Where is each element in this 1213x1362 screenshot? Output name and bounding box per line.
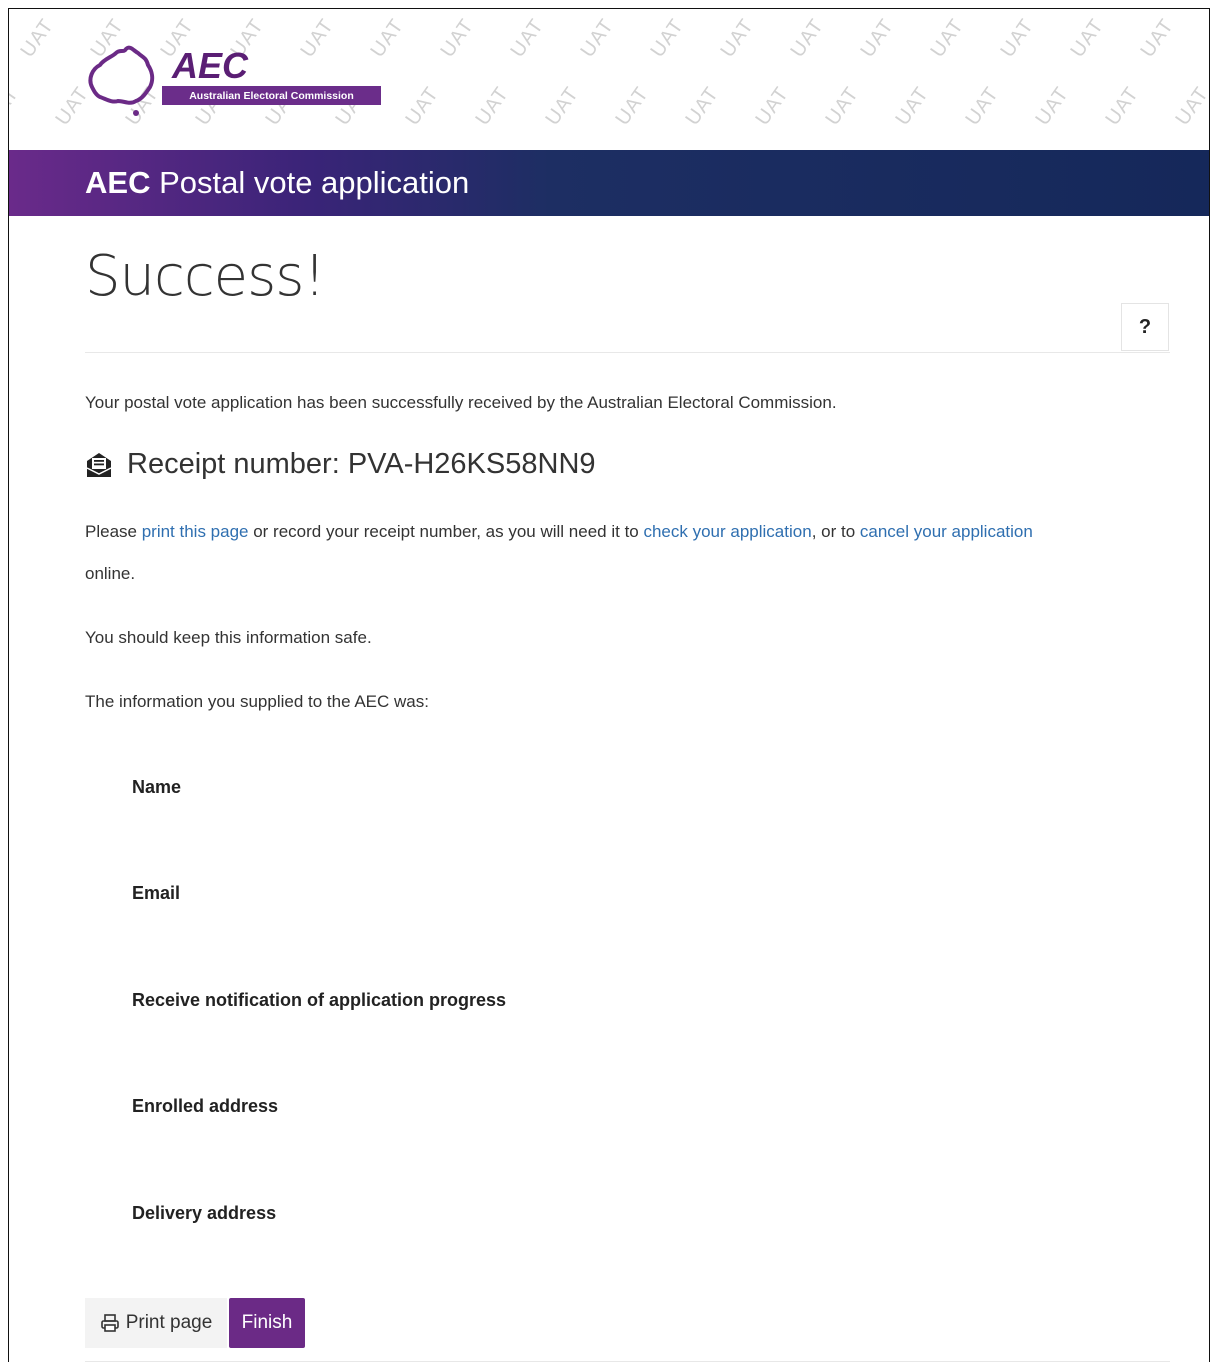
uat-watermark: UAT	[611, 82, 654, 130]
uat-watermark: UAT	[436, 14, 479, 62]
instructions-text-3: , or to	[811, 522, 860, 541]
uat-watermark: UAT	[506, 14, 549, 62]
uat-watermark: UAT	[9, 82, 24, 130]
receipt-envelope-icon	[86, 452, 112, 477]
cancel-application-link[interactable]: cancel your application	[860, 522, 1033, 541]
uat-watermark: UAT	[996, 14, 1039, 62]
field-label-name: Name	[132, 777, 182, 797]
print-page-label: Print page	[125, 1312, 213, 1333]
check-application-link[interactable]: check your application	[643, 522, 811, 541]
finish-button[interactable]: Finish	[229, 1298, 305, 1348]
australia-map-icon	[88, 45, 155, 116]
instructions-text-2: or record your receipt number, as you wi…	[248, 522, 644, 541]
keep-safe-text: You should keep this information safe.	[85, 628, 372, 647]
uat-watermark: UAT	[1171, 82, 1209, 130]
supplied-info-text: The information you supplied to the AEC …	[85, 692, 429, 711]
logo-subtitle: Australian Electoral Commission	[162, 86, 381, 105]
aec-logo[interactable]: AEC Australian Electoral Commission	[84, 39, 384, 119]
print-page-button[interactable]: Print page	[85, 1298, 227, 1348]
logo-wordmark: AEC	[172, 45, 249, 86]
uat-watermark: UAT	[541, 82, 584, 130]
field-label-notification: Receive notification of application prog…	[132, 990, 507, 1010]
uat-watermark: UAT	[1031, 82, 1074, 130]
uat-watermark: UAT	[961, 82, 1004, 130]
app-title-prefix: AEC	[85, 165, 151, 200]
receipt-label: Receipt number: PVA-H26KS58NN9	[127, 448, 596, 480]
uat-watermark: UAT	[751, 82, 794, 130]
app-title-suffix: Postal vote application	[150, 165, 470, 200]
uat-watermark: UAT	[1206, 14, 1209, 62]
field-label-delivery-address: Delivery address	[132, 1203, 277, 1223]
uat-watermark: UAT	[681, 82, 724, 130]
instructions-line-1: Please print this page or record your re…	[85, 511, 1033, 553]
printer-icon	[100, 1314, 119, 1332]
uat-watermark: UAT	[856, 14, 899, 62]
print-page-link[interactable]: print this page	[142, 522, 249, 541]
uat-watermark: UAT	[471, 82, 514, 130]
app-banner: AEC Postal vote application	[9, 150, 1209, 216]
uat-watermark: UAT	[401, 82, 444, 130]
uat-watermark: UAT	[16, 14, 59, 62]
uat-watermark: UAT	[1136, 14, 1179, 62]
page-frame: UAT UAT UAT UAT UAT UAT UAT UAT UAT UAT UAT UAT UAT U…	[8, 8, 1210, 1362]
header-watermark-band: UAT UAT UAT UAT UAT UAT UAT UAT UAT UAT UAT UAT UAT U…	[9, 9, 1209, 150]
uat-watermark: UAT	[576, 14, 619, 62]
uat-watermark: UAT	[786, 14, 829, 62]
uat-watermark: UAT	[821, 82, 864, 130]
uat-watermark: UAT	[646, 14, 689, 62]
uat-watermark: UAT	[1066, 14, 1109, 62]
uat-watermark: UAT	[1101, 82, 1144, 130]
field-label-email: Email	[132, 883, 181, 903]
instructions-line-2: online.	[85, 564, 136, 583]
instructions-text-1: Please	[85, 522, 142, 541]
uat-watermark: UAT	[891, 82, 934, 130]
page-title: Success!	[85, 244, 326, 309]
divider	[85, 352, 1170, 353]
action-buttons: Print page Finish	[85, 1298, 305, 1348]
field-label-enrolled-address: Enrolled address	[132, 1096, 279, 1116]
help-button[interactable]: ?	[1121, 303, 1169, 351]
uat-watermark: UAT	[716, 14, 759, 62]
intro-text: Your postal vote application has been su…	[85, 393, 837, 412]
receipt-number: Receipt number: PVA-H26KS58NN9	[85, 448, 596, 481]
uat-watermark: UAT	[926, 14, 969, 62]
app-title: AEC Postal vote application	[85, 165, 469, 201]
